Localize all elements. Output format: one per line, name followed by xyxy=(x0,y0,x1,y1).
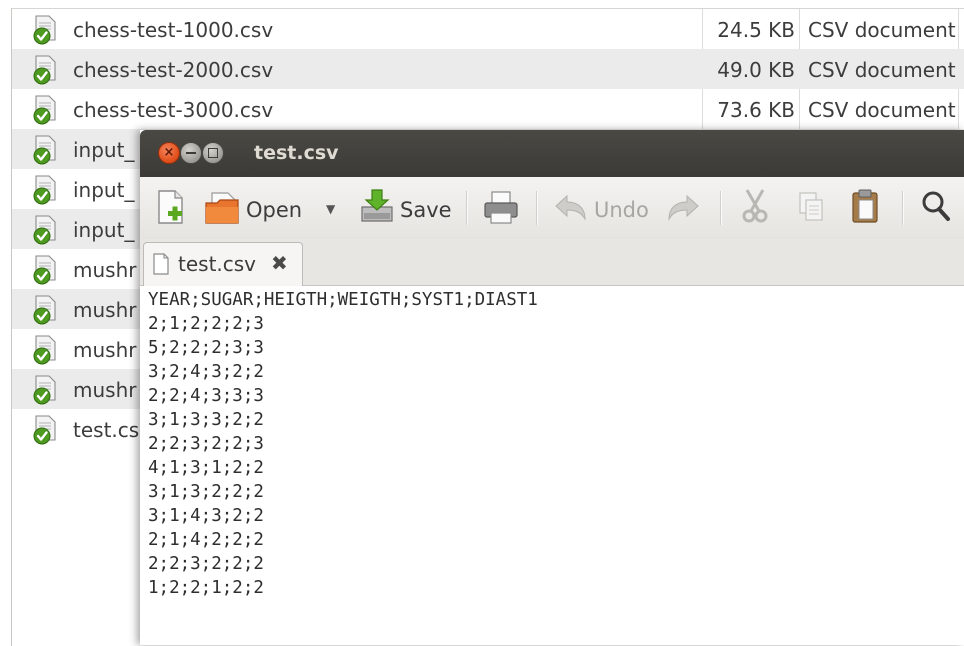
window-titlebar[interactable]: × test.csv xyxy=(140,130,964,177)
minimize-icon[interactable] xyxy=(180,142,202,164)
file-name: mushr xyxy=(73,338,137,362)
toolbar-separator xyxy=(466,191,468,225)
editor-line: YEAR;SUGAR;HEIGTH;WEIGTH;SYST1;DIAST1 xyxy=(148,290,538,310)
editor-line: 3;2;4;3;2;2 xyxy=(148,362,264,382)
maximize-icon[interactable] xyxy=(202,142,224,164)
csv-document-checked-icon xyxy=(33,295,56,325)
cut-icon xyxy=(742,189,768,223)
editor-line: 2;2;3;2;2;3 xyxy=(148,434,264,454)
csv-document-checked-icon xyxy=(33,95,56,125)
print-icon xyxy=(484,191,518,224)
editor-line: 4;1;3;1;2;2 xyxy=(148,458,264,478)
file-name: mushr xyxy=(73,298,137,322)
save-label: Save xyxy=(400,198,452,222)
toolbar-separator xyxy=(536,191,538,225)
csv-document-checked-icon xyxy=(33,375,56,405)
undo-button[interactable]: Undo xyxy=(550,187,656,229)
file-type: CSV document xyxy=(808,58,956,82)
file-name: test.cs xyxy=(73,418,140,442)
file-size: 73.6 KB xyxy=(717,98,795,122)
gedit-window: × test.csv Open ▼ Save Undo test.csv ✖ Y… xyxy=(140,130,964,645)
undo-icon xyxy=(555,194,586,221)
cut-button[interactable] xyxy=(736,187,776,229)
toolbar-separator xyxy=(902,191,904,225)
copy-icon xyxy=(799,192,823,221)
editor-line: 2;1;2;2;2;3 xyxy=(148,314,264,334)
new-document-icon xyxy=(158,190,183,224)
csv-document-checked-icon xyxy=(33,175,56,205)
csv-document-checked-icon xyxy=(33,215,56,245)
tab-test-csv[interactable]: test.csv ✖ xyxy=(143,242,303,286)
file-name: chess-test-1000.csv xyxy=(73,18,274,42)
paste-button[interactable] xyxy=(846,187,886,229)
window-title: test.csv xyxy=(254,142,339,164)
file-type: CSV document xyxy=(808,98,956,122)
csv-document-checked-icon xyxy=(33,415,56,445)
save-button[interactable]: Save xyxy=(358,187,452,229)
redo-button[interactable] xyxy=(664,187,704,229)
search-button[interactable] xyxy=(916,187,956,229)
redo-icon xyxy=(668,194,699,221)
editor-line: 3;1;3;2;2;2 xyxy=(148,482,264,502)
text-editor[interactable]: YEAR;SUGAR;HEIGTH;WEIGTH;SYST1;DIAST1 2;1… xyxy=(140,286,964,645)
file-size: 24.5 KB xyxy=(717,18,795,42)
file-row[interactable]: chess-test-3000.csv 73.6 KB CSV document xyxy=(12,89,964,129)
print-button[interactable] xyxy=(480,187,520,229)
csv-document-checked-icon xyxy=(33,255,56,285)
csv-document-checked-icon xyxy=(33,15,56,45)
editor-line: 2;2;3;2;2;2 xyxy=(148,554,264,574)
file-name: chess-test-3000.csv xyxy=(73,98,274,122)
tab-bar: test.csv ✖ xyxy=(140,239,964,286)
search-icon xyxy=(922,191,950,221)
document-icon xyxy=(153,253,169,275)
file-name: mushr xyxy=(73,378,137,402)
editor-line: 3;1;4;3;2;2 xyxy=(148,506,264,526)
toolbar: Open ▼ Save Undo xyxy=(140,177,964,240)
file-name: chess-test-2000.csv xyxy=(73,58,274,82)
editor-line: 2;2;4;3;3;3 xyxy=(148,386,264,406)
file-name: input_ xyxy=(73,138,135,162)
csv-document-checked-icon xyxy=(33,55,56,85)
close-tab-icon[interactable]: ✖ xyxy=(271,251,288,275)
file-size: 49.0 KB xyxy=(717,58,795,82)
editor-line: 1;2;2;1;2;2 xyxy=(148,578,264,598)
file-name: input_ xyxy=(73,178,135,202)
file-row[interactable]: chess-test-2000.csv 49.0 KB CSV document xyxy=(12,49,964,89)
file-name: input_ xyxy=(73,218,135,242)
csv-document-checked-icon xyxy=(33,135,56,165)
toolbar-separator xyxy=(720,191,722,225)
open-dropdown-arrow-icon[interactable]: ▼ xyxy=(326,202,335,216)
file-row[interactable]: chess-test-1000.csv 24.5 KB CSV document xyxy=(12,9,964,49)
open-folder-icon xyxy=(205,192,239,224)
paste-icon xyxy=(852,189,878,223)
copy-button[interactable] xyxy=(792,187,832,229)
open-label: Open xyxy=(246,198,303,222)
open-button[interactable]: Open ▼ xyxy=(202,187,335,229)
tab-label: test.csv xyxy=(178,252,257,276)
file-type: CSV document xyxy=(808,18,956,42)
editor-line: 3;1;3;3;2;2 xyxy=(148,410,264,430)
close-icon[interactable]: × xyxy=(158,142,180,164)
editor-line: 2;1;4;2;2;2 xyxy=(148,530,264,550)
editor-line: 5;2;2;2;3;3 xyxy=(148,338,264,358)
file-name: mushr xyxy=(73,258,137,282)
undo-label: Undo xyxy=(594,198,649,222)
csv-document-checked-icon xyxy=(33,335,56,365)
save-icon xyxy=(361,189,393,222)
new-document-button[interactable] xyxy=(152,187,190,229)
